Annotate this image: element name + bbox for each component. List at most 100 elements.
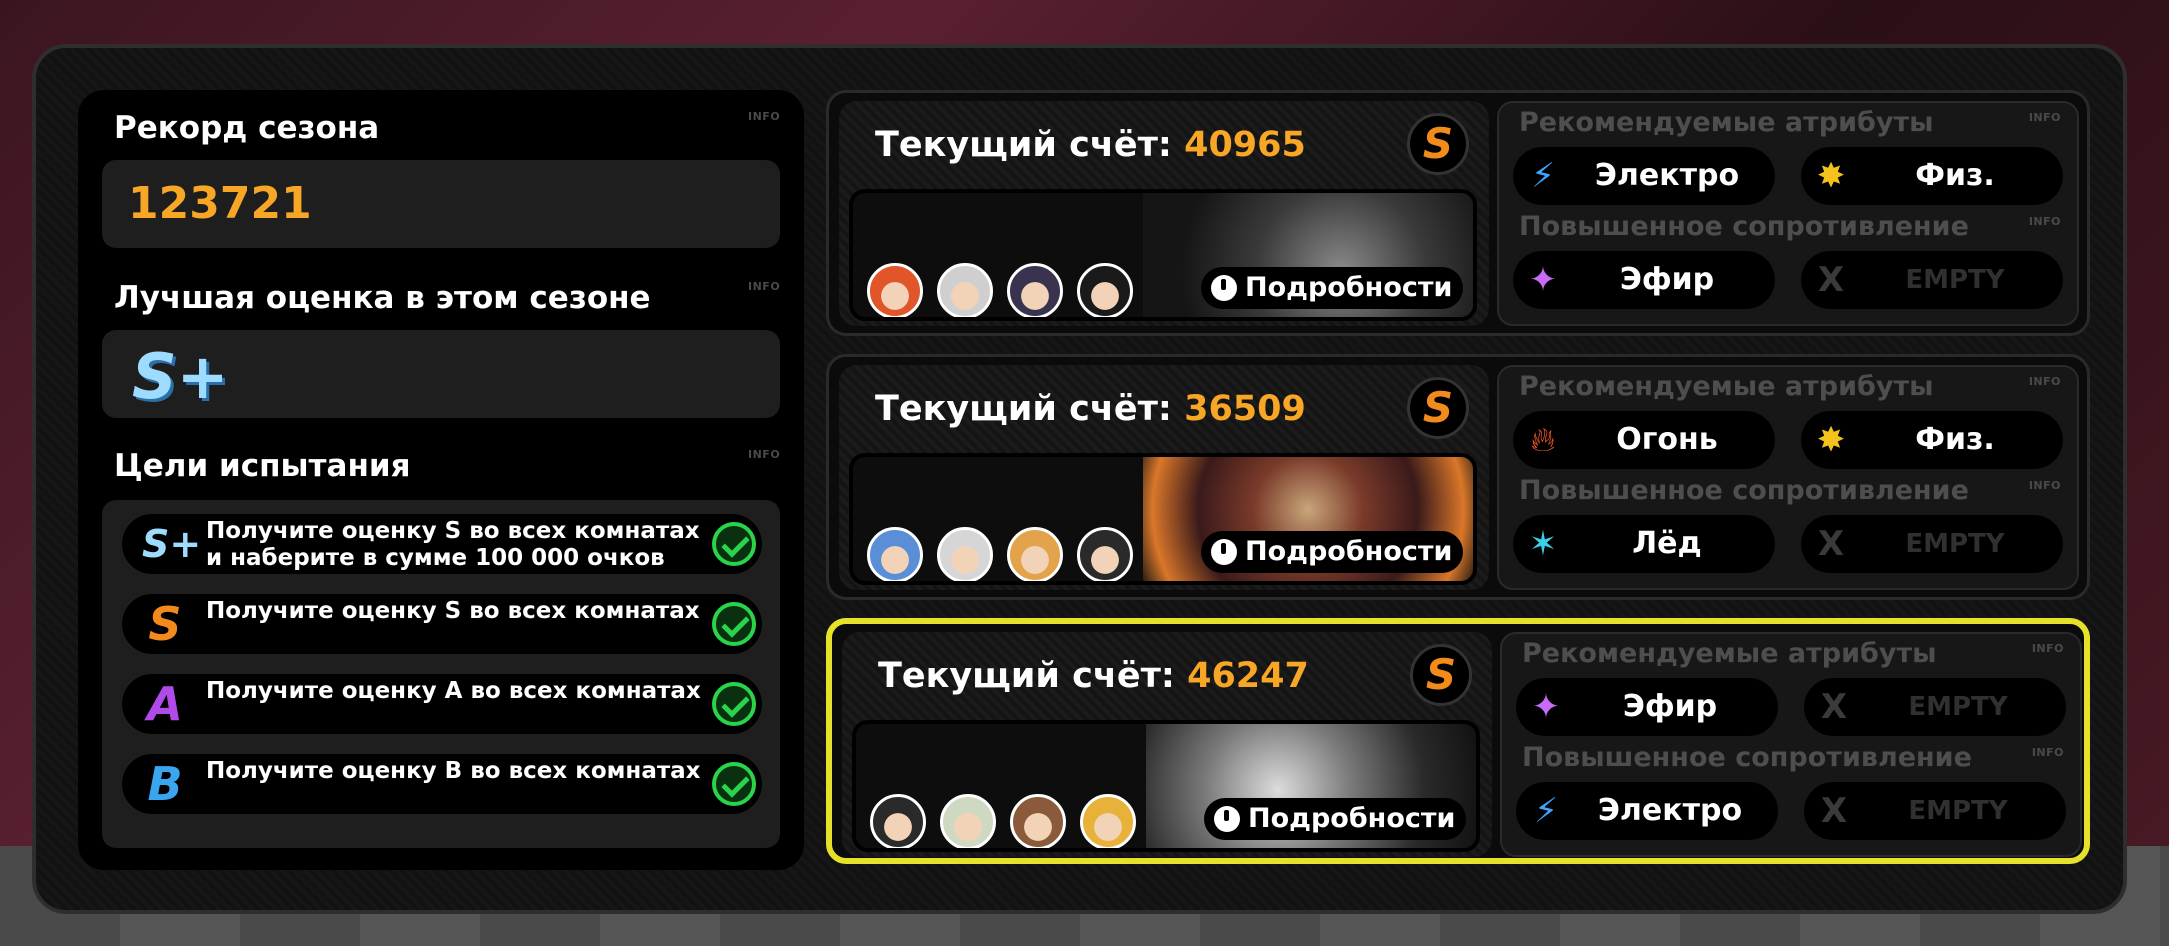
- checkmark-icon: [712, 682, 756, 726]
- goal-text: Получите оценку A во всех комнатах: [206, 678, 701, 704]
- score-panel: Текущий счёт: 40965 S Подробности: [839, 101, 1489, 326]
- team-preview: Подробности: [849, 189, 1477, 321]
- challenge-goals-heading: Цели испытания: [114, 448, 411, 484]
- agent-avatar: [867, 263, 923, 317]
- attributes-panel: Рекомендуемые атрибуты INFO 🔥︎ Огонь ✸ Физ. По…: [1497, 365, 2079, 590]
- current-score-value: 40965: [1184, 125, 1306, 165]
- info-tag[interactable]: INFO: [2029, 215, 2061, 228]
- details-label: Подробности: [1245, 536, 1453, 567]
- details-label: Подробности: [1248, 803, 1456, 834]
- empty-x-icon: X: [1817, 260, 1845, 300]
- agent-avatar: [1007, 527, 1063, 581]
- best-rank-heading: Лучшая оценка в этом сезоне: [114, 280, 651, 316]
- fire-icon: 🔥︎: [1530, 420, 1556, 460]
- attribute-label: Физ.: [1915, 422, 1995, 457]
- agent-avatar: [1007, 263, 1063, 317]
- info-tag[interactable]: INFO: [748, 280, 780, 293]
- attribute-label: EMPTY: [1908, 796, 2008, 826]
- attribute-pill: 🔥︎ Огонь: [1513, 411, 1775, 469]
- attribute-label: Огонь: [1616, 422, 1718, 457]
- agent-avatar: [1077, 263, 1133, 317]
- attribute-pill: X EMPTY: [1804, 678, 2066, 736]
- attribute-pill: X EMPTY: [1804, 782, 2066, 840]
- goal-text: Получите оценку S во всех комнатах: [206, 598, 700, 624]
- attribute-label: Эфир: [1619, 262, 1715, 297]
- checkmark-icon: [712, 602, 756, 646]
- goal-rank-badge: S+: [142, 522, 202, 566]
- challenge-goal-item: B Получите оценку B во всех комнатах: [122, 754, 762, 814]
- current-score-value: 46247: [1187, 656, 1309, 696]
- battle-run-row[interactable]: Текущий счёт: 40965 S Подробности Рекоменду…: [826, 90, 2090, 336]
- ether-icon: ✦: [1528, 260, 1558, 300]
- agent-avatar: [937, 263, 993, 317]
- physical-icon: ✸: [1816, 420, 1846, 460]
- details-button[interactable]: Подробности: [1201, 531, 1463, 573]
- attributes-panel: Рекомендуемые атрибуты INFO ✦ Эфир X EMPTY Пов…: [1500, 632, 2082, 857]
- resistance-heading: Повышенное сопротивление: [1519, 475, 1969, 506]
- electric-icon: ⚡: [1531, 156, 1555, 196]
- challenge-goal-item: S Получите оценку S во всех комнатах: [122, 594, 762, 654]
- attribute-pill: ⚡ Электро: [1513, 147, 1775, 205]
- season-record-box: 123721: [102, 160, 780, 248]
- goal-text: Получите оценку S во всех комнатах и наб…: [206, 518, 700, 571]
- current-score-value: 36509: [1184, 389, 1306, 429]
- info-tag[interactable]: INFO: [2032, 746, 2064, 759]
- score-panel: Текущий счёт: 36509 S Подробности: [839, 365, 1489, 590]
- empty-x-icon: X: [1820, 791, 1848, 831]
- checkmark-icon: [712, 522, 756, 566]
- attribute-pill: X EMPTY: [1801, 515, 2063, 573]
- info-tag[interactable]: INFO: [2029, 375, 2061, 388]
- info-tag[interactable]: INFO: [748, 448, 780, 461]
- rank-s-badge: S: [1410, 644, 1472, 706]
- info-tag[interactable]: INFO: [2029, 111, 2061, 124]
- resistance-heading: Повышенное сопротивление: [1519, 211, 1969, 242]
- attribute-pill: ✶ Лёд: [1513, 515, 1775, 573]
- current-score-label: Текущий счёт: 40965: [875, 125, 1306, 165]
- challenge-goals-box: S+ Получите оценку S во всех комнатах и н…: [102, 500, 780, 848]
- goal-text: Получите оценку B во всех комнатах: [206, 758, 701, 784]
- attribute-label: Эфир: [1622, 689, 1718, 724]
- attribute-pill: ✸ Физ.: [1801, 411, 2063, 469]
- attribute-pill: ✸ Физ.: [1801, 147, 2063, 205]
- attribute-pill: ✦ Эфир: [1513, 251, 1775, 309]
- rank-s-badge: S: [1407, 377, 1469, 439]
- current-score-label: Текущий счёт: 36509: [875, 389, 1306, 429]
- details-icon: [1211, 275, 1237, 301]
- score-panel: Текущий счёт: 46247 S Подробности: [842, 632, 1492, 857]
- attribute-label: EMPTY: [1905, 265, 2005, 295]
- battle-run-row[interactable]: Текущий счёт: 46247 S Подробности Рекоменду…: [826, 618, 2090, 864]
- score-label-text: Текущий счёт:: [875, 125, 1172, 165]
- details-label: Подробности: [1245, 272, 1453, 303]
- recommended-attributes-heading: Рекомендуемые атрибуты: [1522, 638, 1937, 669]
- attributes-panel: Рекомендуемые атрибуты INFO ⚡ Электро ✸ Физ. П…: [1497, 101, 2079, 326]
- attribute-label: Лёд: [1632, 526, 1702, 561]
- info-tag[interactable]: INFO: [748, 110, 780, 123]
- details-button[interactable]: Подробности: [1204, 798, 1466, 840]
- score-label-text: Текущий счёт:: [878, 656, 1175, 696]
- info-tag[interactable]: INFO: [2032, 642, 2064, 655]
- ether-icon: ✦: [1531, 687, 1561, 727]
- info-tag[interactable]: INFO: [2029, 479, 2061, 492]
- attribute-label: EMPTY: [1905, 529, 2005, 559]
- challenge-goal-item: A Получите оценку A во всех комнатах: [122, 674, 762, 734]
- recommended-attributes-heading: Рекомендуемые атрибуты: [1519, 371, 1934, 402]
- rank-s-plus-badge: S+: [132, 340, 229, 413]
- recommended-attributes-heading: Рекомендуемые атрибуты: [1519, 107, 1934, 138]
- goal-rank-badge: B: [147, 757, 183, 811]
- details-icon: [1211, 539, 1237, 565]
- details-button[interactable]: Подробности: [1201, 267, 1463, 309]
- battle-run-row[interactable]: Текущий счёт: 36509 S Подробности Рекоменду…: [826, 354, 2090, 600]
- empty-x-icon: X: [1820, 687, 1848, 727]
- rank-s-badge: S: [1407, 113, 1469, 175]
- attribute-label: Электро: [1597, 793, 1743, 828]
- agent-avatar: [940, 794, 996, 848]
- resistance-heading: Повышенное сопротивление: [1522, 742, 1972, 773]
- empty-x-icon: X: [1817, 524, 1845, 564]
- agent-avatar: [870, 794, 926, 848]
- attribute-label: Электро: [1594, 158, 1740, 193]
- team-preview: Подробности: [849, 453, 1477, 585]
- goal-rank-badge: S: [148, 597, 182, 651]
- score-label-text: Текущий счёт:: [875, 389, 1172, 429]
- best-rank-box: S+: [102, 330, 780, 418]
- agent-avatar: [867, 527, 923, 581]
